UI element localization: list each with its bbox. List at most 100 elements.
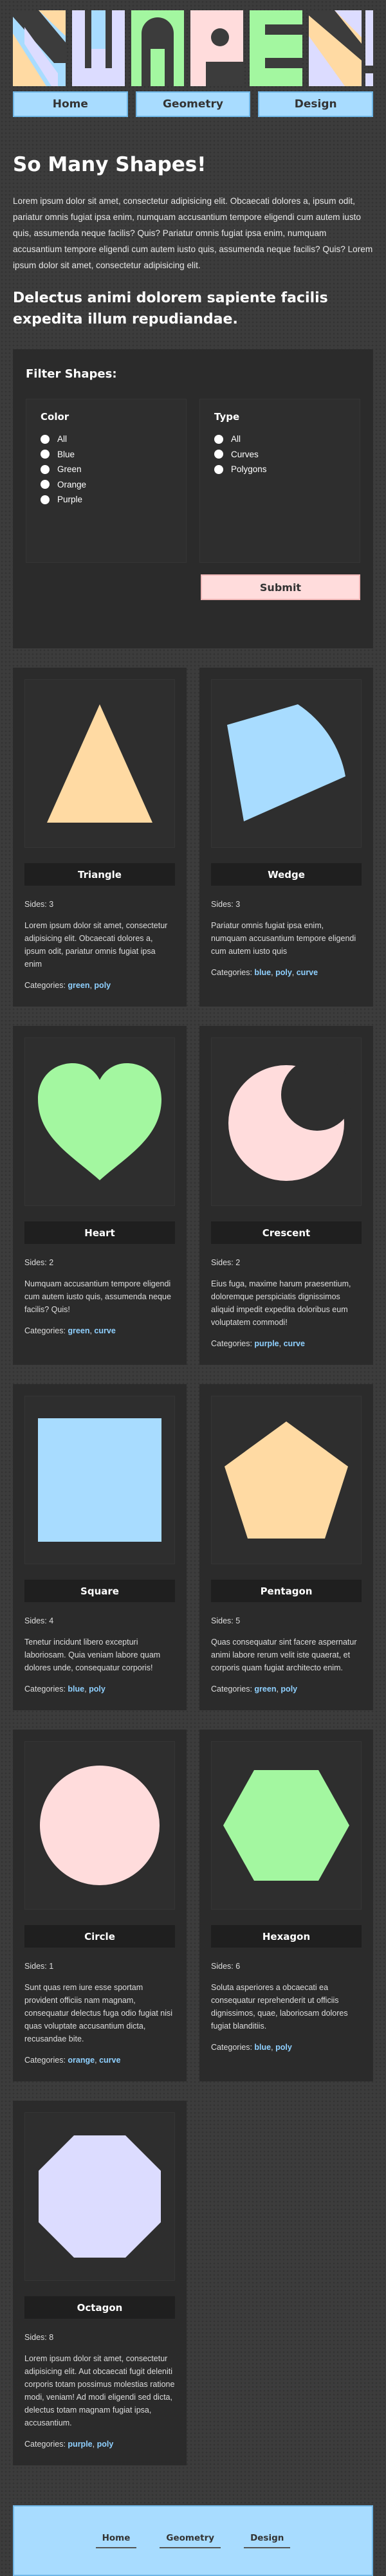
type-option-curves[interactable]: Curves [214, 447, 345, 462]
shape-figure [24, 679, 175, 848]
shape-description: Sunt quas rem iure esse sportam providen… [24, 1983, 173, 2043]
shape-categories: Categories: purple, poly [24, 2440, 114, 2449]
category-link[interactable]: green [254, 1685, 276, 1694]
shape-categories: Categories: purple, curve [211, 1339, 305, 1348]
footer-home-link[interactable]: Home [95, 2533, 137, 2548]
site-logo[interactable] [13, 0, 373, 89]
nav-geometry-link[interactable]: Geometry [135, 91, 251, 117]
option-label: Green [57, 464, 82, 475]
shape-categories: Categories: green, curve [24, 1326, 116, 1335]
shape-categories: Categories: green, poly [24, 981, 111, 990]
shape-card-heart: Heart Sides: 2 Numquam accusantium tempo… [13, 1026, 187, 1365]
category-link[interactable]: blue [68, 1685, 84, 1694]
wedge-shape-icon [227, 704, 345, 821]
category-link[interactable]: poly [275, 2043, 292, 2052]
category-link[interactable]: blue [254, 968, 271, 977]
category-link[interactable]: curve [297, 968, 318, 977]
shape-description: Quas consequatur sint facere aspernatur … [211, 1638, 357, 1672]
footer-design-link[interactable]: Design [244, 2533, 291, 2548]
radio-button[interactable] [214, 434, 223, 444]
type-filter-title: Type [214, 411, 240, 423]
square-shape-icon [38, 1418, 161, 1542]
color-option-blue[interactable]: Blue [41, 447, 172, 462]
radio-button[interactable] [214, 450, 223, 459]
radio-button[interactable] [214, 464, 223, 474]
shape-name: Triangle [24, 863, 175, 886]
category-link[interactable]: poly [94, 981, 111, 990]
color-option-all[interactable]: All [41, 432, 172, 447]
shape-sides: Sides: 3 [211, 900, 241, 909]
octagon-shape-icon [39, 2135, 161, 2258]
shape-description: Eius fuga, maxime harum praesentium, dol… [211, 1279, 351, 1327]
type-option-all[interactable]: All [214, 432, 345, 447]
radio-button[interactable] [41, 450, 50, 459]
categories-label: Categories: [24, 2440, 66, 2449]
category-link[interactable]: purple [68, 2440, 92, 2449]
shape-sides: Sides: 8 [24, 2333, 54, 2342]
option-label: All [57, 434, 68, 444]
type-option-polygons[interactable]: Polygons [214, 462, 345, 477]
category-link[interactable]: green [68, 981, 89, 990]
shape-name: Hexagon [211, 1925, 362, 1948]
shape-sides: Sides: 2 [24, 1258, 54, 1267]
shape-description: Soluta asperiores a obcaecati ea consequ… [211, 1983, 348, 2031]
shape-description: Tenetur incidunt libero excepturi labori… [24, 1638, 161, 1672]
categories-label: Categories: [211, 1685, 252, 1694]
shape-categories: Categories: orange, curve [24, 2056, 121, 2065]
category-link[interactable]: purple [254, 1339, 279, 1348]
nav-design-link[interactable]: Design [258, 91, 374, 117]
category-link[interactable]: poly [280, 1685, 297, 1694]
category-link[interactable]: blue [254, 2043, 271, 2052]
categories-label: Categories: [24, 981, 66, 990]
category-link[interactable]: poly [275, 968, 292, 977]
category-link[interactable]: orange [68, 2056, 95, 2065]
shape-card-crescent: Crescent Sides: 2 Eius fuga, maxime haru… [199, 1026, 373, 1365]
shape-name: Crescent [211, 1221, 362, 1244]
shape-figure [24, 2112, 175, 2281]
shape-card-octagon: Octagon Sides: 8 Lorem ipsum dolor sit a… [13, 2101, 187, 2465]
category-link[interactable]: curve [284, 1339, 305, 1348]
color-option-green[interactable]: Green [41, 462, 172, 477]
intro-subtitle: Delectus animi dolorem sapiente facilis … [13, 290, 328, 327]
option-label: Orange [57, 479, 87, 489]
color-filter-group: Color All Blue Green Orange Purple [26, 399, 187, 563]
radio-button[interactable] [41, 434, 50, 444]
filter-panel: Filter Shapes: Color All Blue Green Oran… [13, 349, 373, 648]
category-link[interactable]: poly [89, 1685, 106, 1694]
radio-button[interactable] [41, 495, 50, 504]
shape-name: Octagon [24, 2296, 175, 2319]
categories-label: Categories: [24, 2056, 66, 2065]
shape-name: Heart [24, 1221, 175, 1244]
shape-description: Lorem ipsum dolor sit amet, consectetur … [24, 2354, 175, 2427]
category-link[interactable]: curve [99, 2056, 120, 2065]
footer-geometry-link[interactable]: Geometry [160, 2533, 221, 2548]
shape-card-wedge: Wedge Sides: 3 Pariatur omnis fugiat ips… [199, 668, 373, 1007]
shape-card-pentagon: Pentagon Sides: 5 Quas consequatur sint … [199, 1384, 373, 1710]
category-link[interactable]: curve [94, 1326, 115, 1335]
intro-paragraph: Lorem ipsum dolor sit amet, consectetur … [13, 196, 373, 270]
color-option-orange[interactable]: Orange [41, 477, 172, 493]
shape-name: Wedge [211, 863, 362, 886]
categories-label: Categories: [211, 968, 252, 977]
category-link[interactable]: green [68, 1326, 89, 1335]
radio-button[interactable] [41, 464, 50, 474]
submit-button[interactable]: Submit [201, 574, 360, 600]
color-filter-title: Color [41, 411, 69, 423]
hexagon-shape-icon [223, 1770, 349, 1881]
shapes-grid: Triangle Sides: 3 Lorem ipsum dolor sit … [13, 668, 373, 2465]
shape-name: Circle [24, 1925, 175, 1948]
page-title: So Many Shapes! [13, 153, 207, 176]
pentagon-shape-icon [225, 1421, 348, 1539]
radio-button[interactable] [41, 480, 50, 489]
nav-home-link[interactable]: Home [13, 91, 128, 117]
shape-sides: Sides: 6 [211, 1962, 241, 1971]
color-option-purple[interactable]: Purple [41, 492, 172, 507]
category-link[interactable]: poly [97, 2440, 114, 2449]
categories-label: Categories: [24, 1685, 66, 1694]
shape-description: Lorem ipsum dolor sit amet, consectetur … [24, 921, 168, 969]
shape-figure [24, 1741, 175, 1910]
shape-categories: Categories: blue, poly [24, 1685, 106, 1694]
shape-card-circle: Circle Sides: 1 Sunt quas rem iure esse … [13, 1730, 187, 2081]
shape-categories: Categories: blue, poly, curve [211, 968, 318, 977]
shape-figure [211, 1037, 362, 1206]
